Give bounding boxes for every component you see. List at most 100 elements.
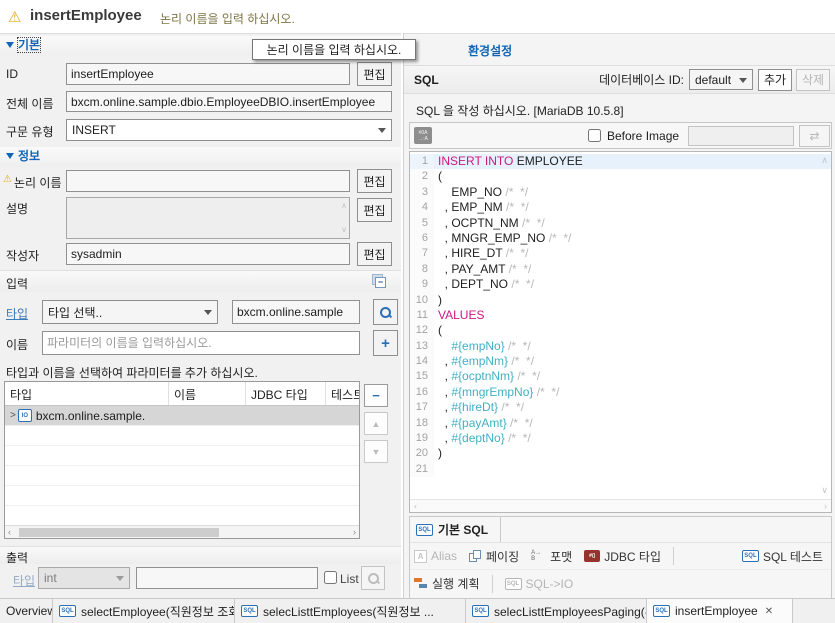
editor-line[interactable]: 14 , #{empNm} /* */ — [410, 354, 831, 369]
author-input[interactable] — [66, 243, 350, 265]
output-type-link[interactable]: 타입 — [13, 572, 35, 589]
list-checkbox[interactable] — [324, 571, 337, 584]
table-hscrollbar[interactable]: ‹ › — [5, 525, 359, 538]
editor-line[interactable]: 9 , DEPT_NO /* */ — [410, 277, 831, 292]
paging-button[interactable]: 페이징 — [469, 548, 519, 565]
col-jdbc-type[interactable]: JDBC 타입 — [246, 382, 326, 405]
editor-line[interactable]: 12( — [410, 323, 831, 338]
editor-line[interactable]: 19 , #{deptNo} /* */ — [410, 431, 831, 446]
add-param-button[interactable]: + — [373, 330, 398, 356]
scroll-thumb[interactable] — [19, 528, 219, 537]
logical-name-input-field[interactable] — [71, 174, 345, 188]
input-type-select[interactable]: 타입 선택.. — [42, 300, 218, 324]
exec-plan-button[interactable]: 실행 계획 — [414, 575, 480, 592]
output-value-input[interactable] — [136, 567, 318, 589]
editor-line[interactable]: 8 , PAY_AMT /* */ — [410, 262, 831, 277]
editor-line[interactable]: 16 , #{mngrEmpNo} /* */ — [410, 385, 831, 400]
tab-select-employee[interactable]: SQL selectEmployee(직원정보 조회) — [53, 599, 235, 623]
tab-select-list-employees[interactable]: SQL selecListtEmployees(직원정보 ... — [235, 599, 466, 623]
remove-param-button[interactable]: − — [364, 384, 388, 407]
alias-button[interactable]: A Alias — [414, 549, 457, 563]
output-search-button[interactable] — [361, 566, 385, 590]
before-image-input[interactable] — [688, 126, 794, 146]
input-type-search-input[interactable] — [232, 300, 360, 324]
move-down-button[interactable]: ▼ — [364, 440, 388, 463]
logical-name-edit-button[interactable]: 편집 — [357, 169, 392, 193]
scroll-right-icon[interactable]: › — [824, 501, 827, 511]
sql-test-button[interactable]: SQL SQL 테스트 — [742, 548, 823, 565]
description-textarea[interactable]: ∧ ∨ — [66, 197, 350, 239]
author-edit-button[interactable]: 편집 — [357, 242, 392, 266]
refresh-button[interactable]: ⇄ — [799, 125, 830, 147]
editor-line[interactable]: 20) — [410, 446, 831, 461]
close-icon[interactable]: ✕ — [765, 606, 773, 617]
before-image-checkbox[interactable] — [588, 129, 601, 142]
sql-to-io-button[interactable]: SQL SQL->IO — [505, 577, 574, 591]
tab-base-sql[interactable]: SQL 기본 SQL — [410, 517, 501, 542]
table-row[interactable]: > IO bxcm.online.sample. — [5, 406, 359, 426]
jdbc-type-button[interactable]: #() JDBC 타입 — [584, 548, 661, 565]
editor-hscrollbar[interactable]: ‹ › — [410, 499, 831, 512]
scroll-right-icon[interactable]: › — [353, 527, 356, 537]
editor-line[interactable]: 4 , EMP_NM /* */ — [410, 200, 831, 215]
tab-select-list-employees-paging[interactable]: SQL selecListtEmployeesPaging(부... — [466, 599, 647, 623]
editor-line[interactable]: 15 , #{ocptnNm} /* */ — [410, 369, 831, 384]
scroll-left-icon[interactable]: ‹ — [414, 501, 417, 511]
db-id-select[interactable]: default — [689, 69, 753, 90]
table-row[interactable] — [5, 466, 359, 486]
editor-line[interactable]: 21 — [410, 462, 831, 477]
section-info-title[interactable]: 정보 — [18, 149, 40, 163]
output-type-select[interactable]: int — [38, 567, 130, 589]
tab-overview[interactable]: Overview — [0, 599, 53, 623]
scroll-up-icon[interactable]: ∧ — [821, 155, 828, 166]
table-row[interactable] — [5, 446, 359, 466]
table-row[interactable] — [5, 486, 359, 506]
sql-editor[interactable]: 1INSERT INTO EMPLOYEE2(3 EMP_NO /* */4 ,… — [409, 151, 832, 513]
param-name-input[interactable] — [42, 331, 360, 355]
fullname-input[interactable] — [66, 91, 392, 112]
id-input-field[interactable] — [71, 67, 345, 81]
editor-line[interactable]: 11VALUES — [410, 308, 831, 323]
input-type-search-button[interactable] — [373, 299, 398, 325]
description-edit-button[interactable]: 편집 — [357, 198, 392, 222]
input-type-search-field[interactable] — [237, 305, 355, 319]
expander-icon[interactable]: > — [10, 410, 16, 421]
editor-line[interactable]: 5 , OCPTN_NM /* */ — [410, 216, 831, 231]
editor-line[interactable]: 2( — [410, 169, 831, 184]
stmttype-select[interactable]: INSERT — [66, 119, 392, 141]
tab-insert-employee[interactable]: SQL insertEmployee ✕ — [647, 599, 793, 623]
param-name-input-field[interactable] — [47, 336, 355, 350]
editor-line[interactable]: 17 , #{hireDt} /* */ — [410, 400, 831, 415]
scroll-left-icon[interactable]: ‹ — [8, 527, 11, 537]
editor-line[interactable]: 1INSERT INTO EMPLOYEE — [410, 154, 831, 169]
add-sql-button[interactable]: 추가 — [758, 69, 792, 91]
col-type[interactable]: 타입 — [5, 382, 169, 405]
author-input-field[interactable] — [71, 247, 345, 261]
section-info-header[interactable]: 정보 — [0, 147, 401, 167]
delete-sql-button[interactable]: 삭제 — [796, 69, 830, 91]
logical-name-input[interactable] — [66, 170, 350, 192]
fullname-input-field[interactable] — [71, 95, 387, 109]
id-input[interactable] — [66, 63, 350, 85]
editor-line[interactable]: 6 , MNGR_EMP_NO /* */ — [410, 231, 831, 246]
table-row[interactable] — [5, 426, 359, 446]
col-name[interactable]: 이름 — [169, 382, 246, 405]
editor-line[interactable]: 10) — [410, 293, 831, 308]
scroll-down-icon[interactable]: ∨ — [821, 485, 828, 496]
id-edit-button[interactable]: 편집 — [357, 62, 392, 86]
col-test[interactable]: 테스트 — [326, 382, 359, 405]
section-basic-title[interactable]: 기본 — [18, 38, 40, 52]
settings-link[interactable]: 환경설정 — [468, 42, 512, 59]
table-row[interactable] — [5, 506, 359, 526]
charmap-icon[interactable]: #0A →:A — [414, 127, 432, 144]
editor-line[interactable]: 7 , HIRE_DT /* */ — [410, 246, 831, 261]
editor-line[interactable]: 3 EMP_NO /* */ — [410, 185, 831, 200]
move-up-button[interactable]: ▲ — [364, 412, 388, 435]
output-value-field[interactable] — [141, 571, 313, 585]
scroll-up-icon[interactable]: ∧ — [341, 202, 347, 210]
collapse-all-icon[interactable]: − — [372, 274, 387, 288]
input-type-link[interactable]: 타입 — [6, 305, 28, 322]
editor-line[interactable]: 13 #{empNo} /* */ — [410, 339, 831, 354]
scroll-down-icon[interactable]: ∨ — [341, 226, 347, 234]
format-button[interactable]: A→ B 포맷 — [531, 548, 572, 565]
